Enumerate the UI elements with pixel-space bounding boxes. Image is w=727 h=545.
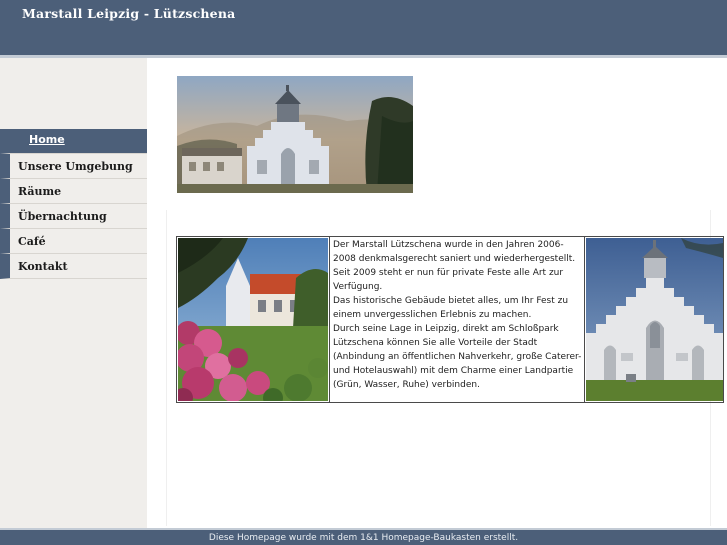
nav-item-kontakt[interactable]: Kontakt [0,254,147,279]
table-divider [329,237,330,402]
description-paragraph: Der Marstall Lützschena wurde in den Jah… [333,240,576,292]
flowers-photo [178,238,328,401]
church-photo [586,238,723,401]
hero-photo-image [177,76,413,193]
site-footer: Diese Homepage wurde mit dem 1&1 Homepag… [0,528,727,545]
nav-item-label[interactable]: Räume [18,185,61,198]
nav-item-label[interactable]: Unsere Umgebung [18,160,133,173]
nav-item-cafe[interactable]: Café [0,229,147,254]
church-photo-image [586,238,723,401]
description-paragraph: Das historische Gebäude bietet alles, um… [333,296,569,320]
nav-item-label[interactable]: Home [29,133,65,146]
table-divider [584,237,585,402]
nav-item-raeume[interactable]: Räume [0,179,147,204]
site-title: Marstall Leipzig - Lützschena [22,6,236,21]
footer-text: Diese Homepage wurde mit dem 1&1 Homepag… [208,533,519,543]
description-paragraph: Durch seine Lage in Leipzig, direkt am S… [333,324,582,390]
flowers-photo-image [178,238,328,401]
nav-item-label[interactable]: Kontakt [18,260,68,273]
nav-item-label[interactable]: Café [18,235,46,248]
nav-item-label[interactable]: Übernachtung [18,210,107,223]
description-text: Der Marstall Lützschena wurde in den Jah… [333,238,583,392]
main-navigation: Home Unsere Umgebung Räume Übernachtung … [0,129,147,279]
site-header: Marstall Leipzig - Lützschena [0,0,727,55]
nav-item-unsere-umgebung[interactable]: Unsere Umgebung [0,154,147,179]
info-table: Der Marstall Lützschena wurde in den Jah… [176,236,724,403]
hero-photo [177,76,413,193]
nav-item-home[interactable]: Home [0,129,147,154]
nav-item-uebernachtung[interactable]: Übernachtung [0,204,147,229]
description-cell: Der Marstall Lützschena wurde in den Jah… [331,238,583,401]
